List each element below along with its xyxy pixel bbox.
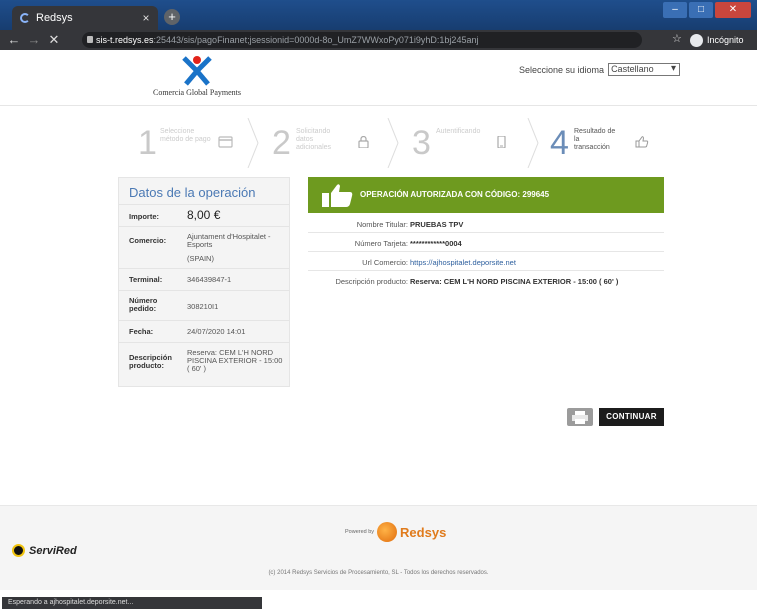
step-number: 3 bbox=[412, 124, 431, 162]
comercio-value: Ajuntament d'Hospitalet - Esports bbox=[187, 232, 271, 249]
step-3: 3 Autentificando bbox=[398, 118, 534, 168]
browser-tab[interactable]: Redsys × bbox=[12, 6, 158, 30]
phone-icon bbox=[497, 136, 506, 148]
fecha-label: Fecha: bbox=[129, 327, 154, 336]
star-logo-icon bbox=[182, 56, 212, 86]
servired-logo: ServiRed bbox=[12, 544, 77, 557]
servired-icon bbox=[12, 544, 25, 557]
loading-spinner-icon bbox=[20, 13, 30, 23]
step-number: 2 bbox=[272, 124, 291, 162]
terminal-label: Terminal: bbox=[129, 275, 163, 284]
step-label: Autentificando bbox=[436, 128, 481, 135]
printer-icon bbox=[572, 411, 588, 424]
importe-row: Importe: 8,00 € bbox=[119, 204, 289, 226]
comercio-label: Comercio: bbox=[129, 236, 167, 245]
tarjeta-value: ************0004 bbox=[410, 239, 462, 248]
step-label: Seleccione método de pago bbox=[160, 128, 211, 143]
step-number: 1 bbox=[138, 124, 157, 162]
authorization-banner: OPERACIÓN AUTORIZADA CON CÓDIGO: 299645 bbox=[308, 177, 664, 213]
descripcion-producto-label: Descripción producto: bbox=[335, 277, 408, 286]
address-bar: ← → ✕ sis-t.redsys.es:25443/sis/pagoFina… bbox=[0, 30, 757, 50]
step-1: 1 Seleccione método de pago bbox=[118, 118, 254, 168]
comercio-country: (SPAIN) bbox=[187, 254, 214, 263]
titular-value: PRUEBAS TPV bbox=[410, 220, 464, 229]
thumbs-up-icon bbox=[635, 136, 649, 148]
progress-steps: 1 Seleccione método de pago 2 Solicitand… bbox=[118, 118, 664, 168]
brand-logo: Comercia Global Payments bbox=[152, 56, 242, 104]
language-select[interactable]: Castellano bbox=[608, 63, 681, 76]
fecha-row: Fecha: 24/07/2020 14:01 bbox=[119, 320, 289, 342]
continue-button[interactable]: CONTINUAR bbox=[599, 408, 664, 426]
operation-details-panel: Datos de la operación Importe: 8,00 € Co… bbox=[118, 177, 290, 387]
url-host: sis-t.redsys.es bbox=[96, 35, 154, 45]
operation-title: Datos de la operación bbox=[129, 185, 256, 200]
importe-value: 8,00 € bbox=[187, 208, 221, 222]
step-label: Resultado de la transacción bbox=[574, 128, 616, 151]
powered-by: Powered by Redsys bbox=[345, 522, 446, 542]
titular-row: Nombre Titular: PRUEBAS TPV bbox=[308, 215, 664, 233]
stop-loading-icon[interactable]: ✕ bbox=[46, 32, 62, 48]
print-button[interactable] bbox=[567, 408, 593, 426]
titular-label: Nombre Titular: bbox=[356, 220, 408, 229]
url-path: :25443/sis/pagoFinanet;jsessionid=0000d-… bbox=[153, 35, 479, 45]
lock-icon bbox=[87, 36, 93, 43]
step-label: Solicitando datos adicionales bbox=[296, 128, 332, 151]
pedido-label: Número pedido: bbox=[129, 296, 158, 313]
new-tab-button[interactable]: + bbox=[164, 9, 180, 25]
incognito-icon bbox=[690, 33, 703, 47]
descripcion-value: Reserva: CEM L'H NORD PISCINA EXTERIOR -… bbox=[187, 348, 283, 373]
tab-title: Redsys bbox=[36, 12, 73, 24]
incognito-label: Incógnito bbox=[707, 35, 744, 45]
step-2: 2 Solicitando datos adicionales bbox=[258, 118, 394, 168]
incognito-indicator[interactable]: Incógnito bbox=[690, 32, 744, 48]
card-icon bbox=[218, 136, 233, 148]
fecha-value: 24/07/2020 14:01 bbox=[187, 327, 246, 336]
powered-by-label: Powered by bbox=[345, 529, 375, 535]
bookmark-star-icon[interactable]: ☆ bbox=[672, 32, 682, 45]
comercio-row: Comercio: Ajuntament d'Hospitalet - Espo… bbox=[119, 226, 289, 268]
payment-page: Comercia Global Payments Seleccione su i… bbox=[0, 50, 757, 610]
copyright: (c) 2014 Redsys Servicios de Procesamien… bbox=[268, 570, 489, 576]
descripcion-producto-row: Descripción producto: Reserva: CEM L'H N… bbox=[308, 272, 664, 290]
lock-icon bbox=[358, 136, 369, 148]
terminal-value: 346439847-1 bbox=[187, 275, 232, 284]
step-number: 4 bbox=[550, 124, 569, 162]
header-divider bbox=[0, 105, 757, 106]
footer: Powered by Redsys ServiRed (c) 2014 Reds… bbox=[0, 505, 757, 590]
language-label: Seleccione su idioma bbox=[519, 64, 605, 75]
descripcion-label: Descripción producto: bbox=[129, 353, 172, 370]
url-comercio-row: Url Comercio: https://ajhospitalet.depor… bbox=[308, 253, 664, 271]
authorization-text: OPERACIÓN AUTORIZADA CON CÓDIGO: 299645 bbox=[360, 190, 550, 199]
tarjeta-row: Número Tarjeta: ************0004 bbox=[308, 234, 664, 252]
tarjeta-label: Número Tarjeta: bbox=[354, 239, 408, 248]
window-controls: – □ ✕ bbox=[663, 2, 751, 18]
minimize-button[interactable]: – bbox=[663, 2, 687, 18]
step-4: 4 Resultado de la transacción bbox=[538, 118, 664, 168]
redsys-logo-icon bbox=[377, 522, 398, 542]
browser-tab-bar: Redsys × + – □ ✕ bbox=[0, 0, 757, 30]
browser-status-bar: Esperando a ajhospitalet.deporsite.net..… bbox=[2, 597, 262, 609]
window-close-button[interactable]: ✕ bbox=[715, 2, 751, 18]
descripcion-producto-value: Reserva: CEM L'H NORD PISCINA EXTERIOR -… bbox=[410, 277, 619, 286]
servired-text: ServiRed bbox=[29, 544, 77, 557]
forward-arrow-icon[interactable]: → bbox=[26, 32, 42, 48]
redsys-wordmark: Redsys bbox=[400, 524, 447, 540]
descripcion-row: Descripción producto: Reserva: CEM L'H N… bbox=[119, 342, 289, 386]
maximize-button[interactable]: □ bbox=[689, 2, 713, 18]
thumbs-up-icon bbox=[322, 184, 353, 207]
url-comercio-label: Url Comercio: bbox=[362, 258, 408, 267]
importe-label: Importe: bbox=[129, 212, 159, 221]
pedido-value: 308210I1 bbox=[187, 302, 219, 311]
logo-text: Comercia Global Payments bbox=[153, 88, 241, 97]
terminal-row: Terminal: 346439847-1 bbox=[119, 268, 289, 290]
pedido-row: Número pedido: 308210I1 bbox=[119, 290, 289, 320]
back-arrow-icon[interactable]: ← bbox=[6, 32, 22, 48]
url-comercio-link[interactable]: https://ajhospitalet.deporsite.net bbox=[410, 258, 516, 267]
tab-close-icon[interactable]: × bbox=[138, 11, 154, 25]
language-selector: Seleccione su idioma Castellano bbox=[519, 63, 681, 76]
url-input[interactable]: sis-t.redsys.es:25443/sis/pagoFinanet;js… bbox=[82, 32, 642, 48]
